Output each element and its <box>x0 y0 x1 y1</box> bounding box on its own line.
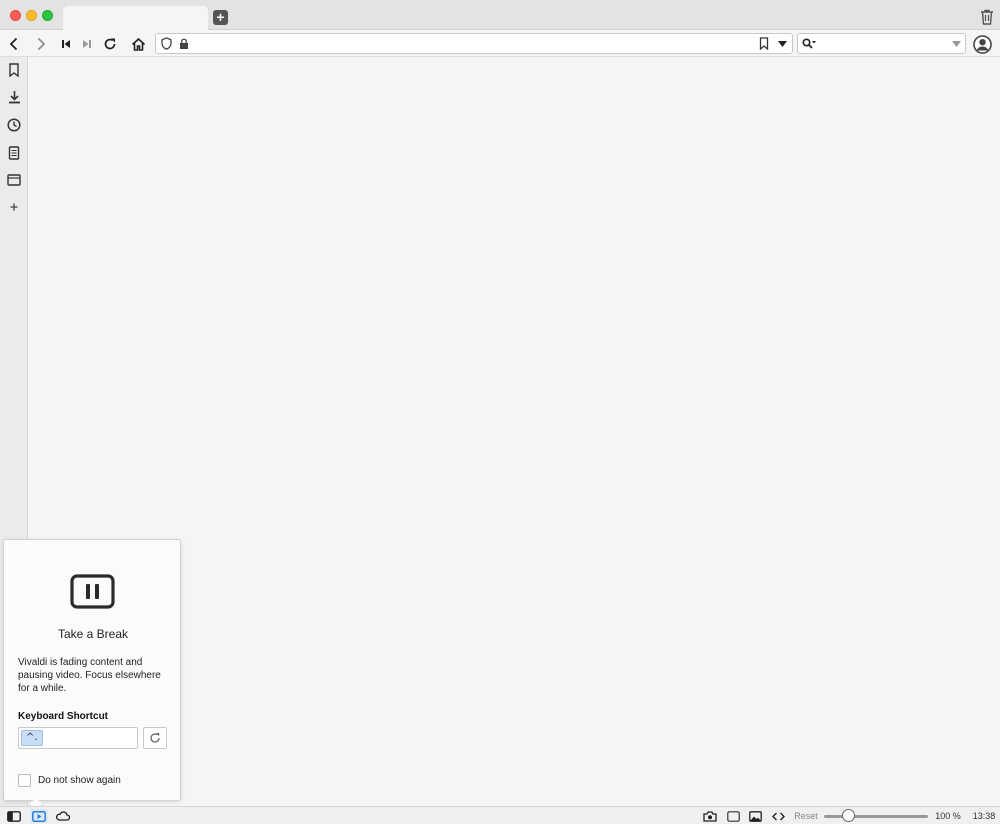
add-panel-icon <box>10 203 18 211</box>
home-button[interactable] <box>128 34 148 54</box>
notes-icon <box>8 146 20 160</box>
search-engine-icon[interactable] <box>802 38 816 50</box>
clock: 13:38 <box>972 811 996 821</box>
zoom-slider[interactable] <box>824 809 928 823</box>
do-not-show-again-checkbox[interactable] <box>18 774 31 787</box>
panel-toggle-icon <box>7 810 21 822</box>
home-icon <box>131 37 145 51</box>
images-toggle-button[interactable] <box>747 809 763 823</box>
lock-icon <box>180 38 188 49</box>
fast-forward-icon <box>83 40 91 48</box>
shield-icon[interactable] <box>161 37 172 50</box>
history-icon <box>7 118 21 132</box>
rewind-button[interactable] <box>56 34 76 54</box>
zoom-reset-button[interactable]: Reset <box>792 809 820 823</box>
window-maximize-button[interactable] <box>42 10 53 21</box>
shortcut-chip: ^. <box>21 730 43 746</box>
tiling-icon <box>726 810 740 822</box>
bookmark-icon[interactable] <box>759 37 769 50</box>
sidebar-item-bookmarks[interactable] <box>6 62 22 78</box>
status-bar: Reset 100 % 13:38 <box>0 806 1000 824</box>
bookmark-icon <box>9 63 19 77</box>
reload-icon <box>104 38 116 50</box>
zoom-slider-track <box>824 815 928 818</box>
profile-avatar-icon <box>972 34 992 54</box>
page-actions-button[interactable] <box>770 809 786 823</box>
tab-bar: + <box>0 0 1000 31</box>
sidebar-add-panel[interactable] <box>6 199 22 215</box>
caret-down-icon[interactable] <box>778 41 787 47</box>
sidebar-item-window[interactable] <box>6 172 22 188</box>
sidebar-item-notes[interactable] <box>6 145 22 161</box>
search-field[interactable] <box>797 33 966 54</box>
sidebar-item-downloads[interactable] <box>6 89 22 105</box>
capture-icon <box>703 810 717 822</box>
sync-cloud-icon <box>55 811 70 821</box>
do-not-show-again-label: Do not show again <box>38 775 121 786</box>
take-a-break-popup: Take a Break Vivaldi is fading content a… <box>3 539 181 801</box>
reset-icon <box>150 733 160 743</box>
pause-icon <box>70 574 115 609</box>
back-button[interactable] <box>4 34 24 54</box>
zoom-slider-thumb[interactable] <box>842 809 855 822</box>
window-minimize-button[interactable] <box>26 10 37 21</box>
forward-button[interactable] <box>31 34 51 54</box>
closed-tabs-trash-icon[interactable] <box>980 9 994 25</box>
plus-icon: + <box>216 9 225 25</box>
profile-button[interactable] <box>972 34 992 54</box>
new-tab-button[interactable]: + <box>213 10 228 25</box>
zoom-level: 100 % <box>935 811 961 821</box>
sync-button[interactable] <box>54 809 70 823</box>
images-icon <box>748 810 762 822</box>
chevron-right-icon <box>37 37 46 51</box>
capture-button[interactable] <box>702 809 718 823</box>
tiling-button[interactable] <box>725 809 741 823</box>
page-actions-icon <box>771 812 785 820</box>
download-icon <box>8 91 20 104</box>
navigation-toolbar <box>0 30 1000 57</box>
popup-description: Vivaldi is fading content and pausing vi… <box>18 657 161 694</box>
chevron-down-icon[interactable] <box>952 41 961 47</box>
window-icon <box>7 174 21 186</box>
address-field[interactable] <box>155 33 793 54</box>
keyboard-shortcut-label: Keyboard Shortcut <box>18 711 109 722</box>
popup-title: Take a Break <box>57 627 129 641</box>
sidebar-item-history[interactable] <box>6 117 22 133</box>
chevron-left-icon <box>9 37 18 51</box>
rewind-icon <box>62 40 70 48</box>
window-close-button[interactable] <box>10 10 21 21</box>
reload-button[interactable] <box>100 34 120 54</box>
fast-forward-button[interactable] <box>77 34 97 54</box>
keyboard-shortcut-input[interactable]: ^. <box>18 727 138 749</box>
break-mode-icon <box>32 810 46 822</box>
tab-active[interactable] <box>63 6 208 31</box>
shortcut-reset-button[interactable] <box>143 727 167 749</box>
panel-toggle-button[interactable] <box>6 809 22 823</box>
break-mode-button[interactable] <box>30 809 48 823</box>
